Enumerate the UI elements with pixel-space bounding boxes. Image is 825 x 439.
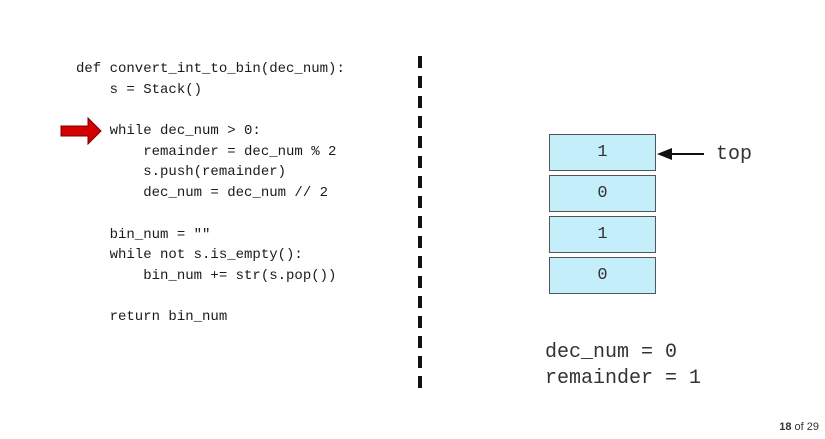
- stack-cell: 1: [549, 216, 656, 253]
- code-line: s = Stack(): [76, 82, 203, 98]
- total-pages-text: of 29: [794, 421, 819, 433]
- code-line: remainder = dec_num % 2: [76, 144, 337, 160]
- remainder-value: remainder = 1: [545, 367, 702, 390]
- stack-cell: 0: [549, 175, 656, 212]
- top-pointer-arrow-icon: [657, 148, 704, 160]
- dashed-divider: [418, 56, 422, 392]
- code-line: while not s.is_empty():: [76, 247, 303, 263]
- code-line: bin_num += str(s.pop()): [76, 268, 337, 284]
- top-label: top: [716, 143, 753, 166]
- code-line: def convert_int_to_bin(dec_num):: [76, 61, 345, 77]
- code-line: s.push(remainder): [76, 164, 287, 180]
- code-line: dec_num = dec_num // 2: [76, 185, 329, 201]
- current-line-arrow-icon: [60, 117, 102, 145]
- code-line-current: while dec_num > 0:: [76, 123, 261, 139]
- code-line: return bin_num: [76, 309, 228, 325]
- slide: def convert_int_to_bin(dec_num): s = Sta…: [0, 0, 825, 439]
- code-line: bin_num = "": [76, 227, 211, 243]
- page-counter: 18 of 29: [779, 421, 819, 433]
- dec-num-value: dec_num = 0: [545, 341, 678, 364]
- stack-cell: 0: [549, 257, 656, 294]
- current-page-number: 18: [779, 421, 792, 433]
- stack-cell-top: 1: [549, 134, 656, 171]
